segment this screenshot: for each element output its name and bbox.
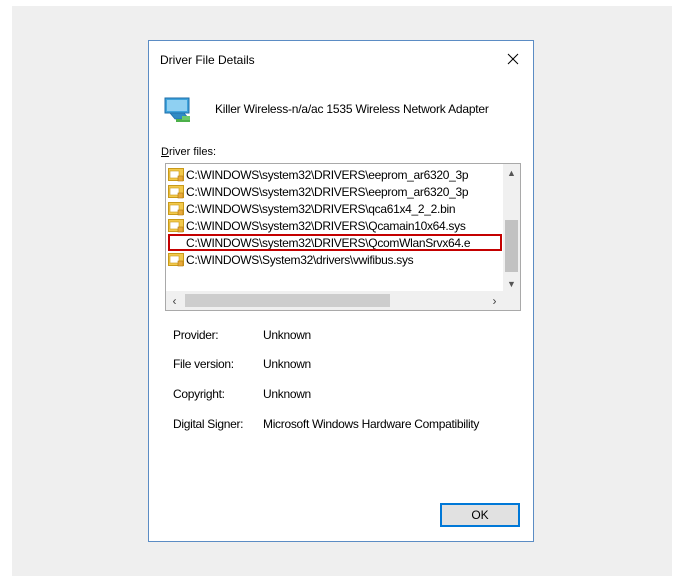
- driver-file-path: C:\WINDOWS\System32\drivers\vwifibus.sys: [186, 252, 414, 267]
- vertical-scrollbar[interactable]: ▲ ▼: [503, 164, 520, 292]
- chevron-left-icon[interactable]: ‹: [166, 291, 183, 310]
- file-version-value: Unknown: [263, 357, 311, 371]
- driver-files-rows: C:\WINDOWS\system32\DRIVERS\eeprom_ar632…: [168, 166, 502, 290]
- file-version-label: File version:: [173, 357, 234, 371]
- ok-button[interactable]: OK: [440, 503, 520, 527]
- driver-file-icon: [168, 201, 184, 215]
- driver-file-icon: [168, 218, 184, 232]
- driver-file-row[interactable]: C:\WINDOWS\system32\DRIVERS\eeprom_ar632…: [168, 183, 502, 200]
- copyright-label: Copyright:: [173, 387, 225, 401]
- driver-file-path: C:\WINDOWS\system32\DRIVERS\qca61x4_2_2.…: [186, 201, 456, 216]
- provider-value: Unknown: [263, 328, 311, 342]
- driver-file-row[interactable]: C:\WINDOWS\system32\DRIVERS\Qcamain10x64…: [168, 217, 502, 234]
- chevron-up-icon[interactable]: ▲: [503, 164, 520, 181]
- close-icon: [507, 53, 519, 65]
- driver-file-icon: [168, 167, 184, 181]
- driver-file-path: C:\WINDOWS\system32\DRIVERS\eeprom_ar632…: [186, 167, 469, 182]
- vertical-scroll-thumb[interactable]: [505, 220, 518, 272]
- driver-file-path: C:\WINDOWS\system32\DRIVERS\eeprom_ar632…: [186, 184, 469, 199]
- scrollbar-corner: [501, 291, 520, 310]
- title-bar: Driver File Details: [149, 41, 533, 79]
- driver-file-icon: [168, 252, 184, 266]
- driver-file-row[interactable]: C:\WINDOWS\system32\DRIVERS\QcomWlanSrvx…: [168, 234, 502, 251]
- driver-file-path: C:\WINDOWS\system32\DRIVERS\QcomWlanSrvx…: [186, 235, 471, 250]
- driver-file-path: C:\WINDOWS\system32\DRIVERS\Qcamain10x64…: [186, 218, 466, 233]
- driver-file-icon: [168, 184, 184, 198]
- driver-files-label: Driver files:: [161, 146, 216, 158]
- horizontal-scroll-thumb[interactable]: [185, 294, 390, 307]
- provider-label: Provider:: [173, 328, 219, 342]
- driver-files-accelerator: D: [161, 146, 169, 158]
- dialog-title: Driver File Details: [160, 53, 255, 67]
- copyright-value: Unknown: [263, 387, 311, 401]
- digital-signer-value: Microsoft Windows Hardware Compatibility: [263, 417, 480, 431]
- driver-files-label-text: river files:: [168, 146, 217, 158]
- network-adapter-icon: [164, 97, 190, 122]
- digital-signer-label: Digital Signer:: [173, 417, 244, 431]
- horizontal-scrollbar[interactable]: ‹ ›: [166, 291, 503, 310]
- driver-file-details-dialog: Driver File Details Killer Wireless-n/a/…: [148, 40, 534, 542]
- device-name: Killer Wireless-n/a/ac 1535 Wireless Net…: [215, 102, 489, 116]
- driver-files-list[interactable]: C:\WINDOWS\system32\DRIVERS\eeprom_ar632…: [165, 163, 521, 311]
- close-button[interactable]: [493, 41, 533, 77]
- chevron-down-icon[interactable]: ▼: [503, 275, 520, 292]
- driver-file-row[interactable]: C:\WINDOWS\System32\drivers\vwifibus.sys: [168, 251, 502, 268]
- driver-file-row[interactable]: C:\WINDOWS\system32\DRIVERS\eeprom_ar632…: [168, 166, 502, 183]
- driver-file-row[interactable]: C:\WINDOWS\system32\DRIVERS\qca61x4_2_2.…: [168, 200, 502, 217]
